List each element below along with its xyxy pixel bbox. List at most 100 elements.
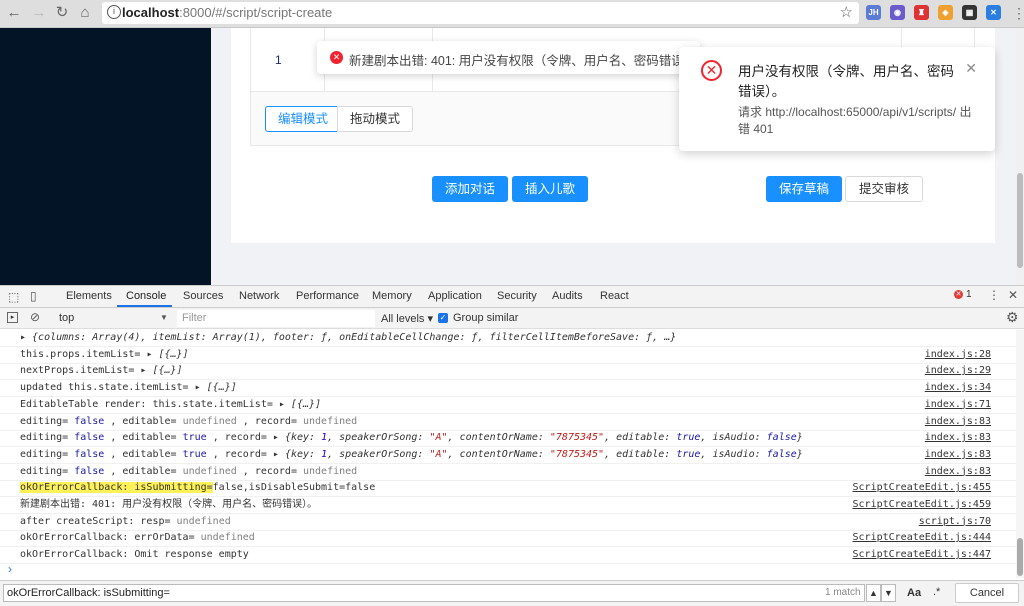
console-text: undefined <box>176 515 231 527</box>
source-link[interactable]: index.js:71 <box>925 397 991 413</box>
inspect-element-icon[interactable]: ⬚ <box>8 290 19 304</box>
console-text: false <box>74 432 105 444</box>
match-case-button[interactable]: Aa <box>907 587 921 599</box>
info-icon[interactable]: i <box>107 5 121 19</box>
source-link[interactable]: ScriptCreateEdit.js:459 <box>853 497 991 513</box>
console-text: , editable: <box>604 448 677 460</box>
search-input[interactable]: okOrErrorCallback: isSubmitting= <box>3 584 865 602</box>
devtools-tab-console[interactable]: Console <box>126 290 166 302</box>
extension-icon[interactable]: ♜ <box>914 5 929 20</box>
devtools-tab-performance[interactable]: Performance <box>296 290 359 302</box>
console-text: false <box>74 465 105 477</box>
group-similar-label: Group similar <box>453 312 519 324</box>
console-text: "A" <box>429 448 448 460</box>
settings-gear-icon[interactable]: ⚙ <box>1006 309 1019 326</box>
devtools-tab-network[interactable]: Network <box>239 290 279 302</box>
page-scrollbar[interactable] <box>1016 28 1024 285</box>
source-link[interactable]: index.js:28 <box>925 347 991 363</box>
menu-icon[interactable]: ⋮ <box>1012 5 1024 22</box>
extension-icon[interactable]: ◉ <box>890 5 905 20</box>
console-text: undefined <box>200 532 255 544</box>
console-text: after createScript: resp= <box>20 515 177 527</box>
reload-icon[interactable]: ↻ <box>53 4 71 22</box>
console-text: false <box>766 432 797 444</box>
console-text: , editable: <box>604 432 677 444</box>
console-text: nextProps.itemList= <box>20 365 141 377</box>
extension-icon[interactable]: JH <box>866 5 881 20</box>
message-text: 新建剧本出错: 401: 用户没有权限（令牌、用户名、密码错误）。 <box>349 54 703 68</box>
levels-dropdown[interactable]: All levels ▾ <box>381 312 433 325</box>
console-text: ▸ [{…}] <box>194 382 237 394</box>
drag-mode-button[interactable]: 拖动模式 <box>337 106 414 132</box>
close-devtools-icon[interactable]: ✕ <box>1008 288 1018 302</box>
console-text: , record= <box>236 415 303 427</box>
console-text: undefined <box>182 415 237 427</box>
previous-match-button[interactable]: ▲ <box>866 584 881 602</box>
add-dialog-button[interactable]: 添加对话 <box>432 176 509 202</box>
console-text: editing= <box>20 432 75 444</box>
source-link[interactable]: index.js:34 <box>925 380 991 396</box>
source-link[interactable]: index.js:83 <box>925 447 991 463</box>
console-text: false <box>74 415 105 427</box>
source-link[interactable]: ScriptCreateEdit.js:447 <box>853 547 991 563</box>
home-icon[interactable]: ⌂ <box>76 4 94 22</box>
source-link[interactable]: ScriptCreateEdit.js:444 <box>853 530 991 546</box>
address-bar[interactable]: i localhost:8000/#/script/script-create … <box>102 2 859 24</box>
console-text: } <box>796 432 803 444</box>
console-text: , speakerOrSong: <box>327 432 430 444</box>
devtools-tab-application[interactable]: Application <box>428 290 482 302</box>
source-link[interactable]: index.js:29 <box>925 363 991 379</box>
forward-icon[interactable]: → <box>30 4 48 22</box>
save-draft-button[interactable]: 保存草稿 <box>766 176 843 202</box>
filter-input[interactable]: Filter <box>177 310 375 327</box>
url-host: localhost <box>122 5 180 20</box>
source-link[interactable]: index.js:83 <box>925 414 991 430</box>
insert-song-button[interactable]: 插入儿歌 <box>512 176 589 202</box>
edit-mode-button[interactable]: 编辑模式 <box>265 106 342 132</box>
devtools-tab-audits[interactable]: Audits <box>552 290 583 302</box>
back-icon[interactable]: ← <box>5 4 23 22</box>
cancel-search-button[interactable]: Cancel <box>955 583 1019 603</box>
devtools-tab-sources[interactable]: Sources <box>183 290 223 302</box>
close-icon[interactable]: ✕ <box>965 60 977 77</box>
devtools-tab-security[interactable]: Security <box>497 290 537 302</box>
next-match-button[interactable]: ▼ <box>881 584 896 602</box>
devtools-tab-elements[interactable]: Elements <box>66 290 112 302</box>
console-text: okOrErrorCallback: errOrData= <box>20 532 201 544</box>
error-notification: ✕ 用户没有权限（令牌、用户名、密码错误）。 请求 http://localho… <box>679 47 995 151</box>
console-text: , isAudio: <box>700 448 767 460</box>
console-text: undefined <box>182 465 237 477</box>
console-text: EditableTable render: this.state.itemLis… <box>20 398 279 410</box>
console-text: editing= <box>20 415 75 427</box>
devtools-tab-react[interactable]: React <box>600 290 629 302</box>
url-path: :8000/#/script/script-create <box>179 5 333 20</box>
console-text: ▸ [{…}] <box>140 365 183 377</box>
regex-button[interactable]: .* <box>933 586 940 598</box>
submit-review-button[interactable]: 提交审核 <box>845 176 924 202</box>
group-similar-checkbox[interactable]: ✓ <box>438 313 448 323</box>
context-select[interactable]: top <box>59 312 74 324</box>
chevron-down-icon: ▼ <box>160 313 168 322</box>
device-toolbar-icon[interactable]: ▯ <box>30 289 37 303</box>
console-text: editing= <box>20 448 75 460</box>
console-message: okOrErrorCallback: errOrData= undefined S… <box>0 530 1016 548</box>
clear-console-icon[interactable]: ⊘ <box>30 310 40 324</box>
source-link[interactable]: script.js:70 <box>919 514 991 530</box>
devtools-menu-icon[interactable]: ⋮ <box>988 288 1000 302</box>
devtools-tab-memory[interactable]: Memory <box>372 290 412 302</box>
source-link[interactable]: index.js:83 <box>925 430 991 446</box>
source-link[interactable]: ScriptCreateEdit.js:455 <box>853 480 991 496</box>
notification-description: 请求 http://localhost:65000/api/v1/scripts… <box>738 105 972 136</box>
bookmark-star-icon[interactable]: ☆ <box>840 3 853 21</box>
console-prompt-icon[interactable]: › <box>8 562 12 576</box>
console-message: nextProps.itemList= ▸ [{…}] index.js:29 <box>0 363 1016 381</box>
extension-icon[interactable]: ✕ <box>986 5 1001 20</box>
extension-icon[interactable]: ▦ <box>962 5 977 20</box>
sidebar-toggle-icon[interactable]: ▸ <box>7 312 18 323</box>
extension-icon[interactable]: ◈ <box>938 5 953 20</box>
console-text: 新建剧本出错: 401: 用户没有权限（令牌、用户名、密码错误）。 <box>20 499 318 510</box>
error-count[interactable]: 1 <box>966 289 972 300</box>
source-link[interactable]: index.js:83 <box>925 464 991 480</box>
console-scrollbar[interactable] <box>1016 330 1024 578</box>
console-text: {key: <box>284 448 322 460</box>
